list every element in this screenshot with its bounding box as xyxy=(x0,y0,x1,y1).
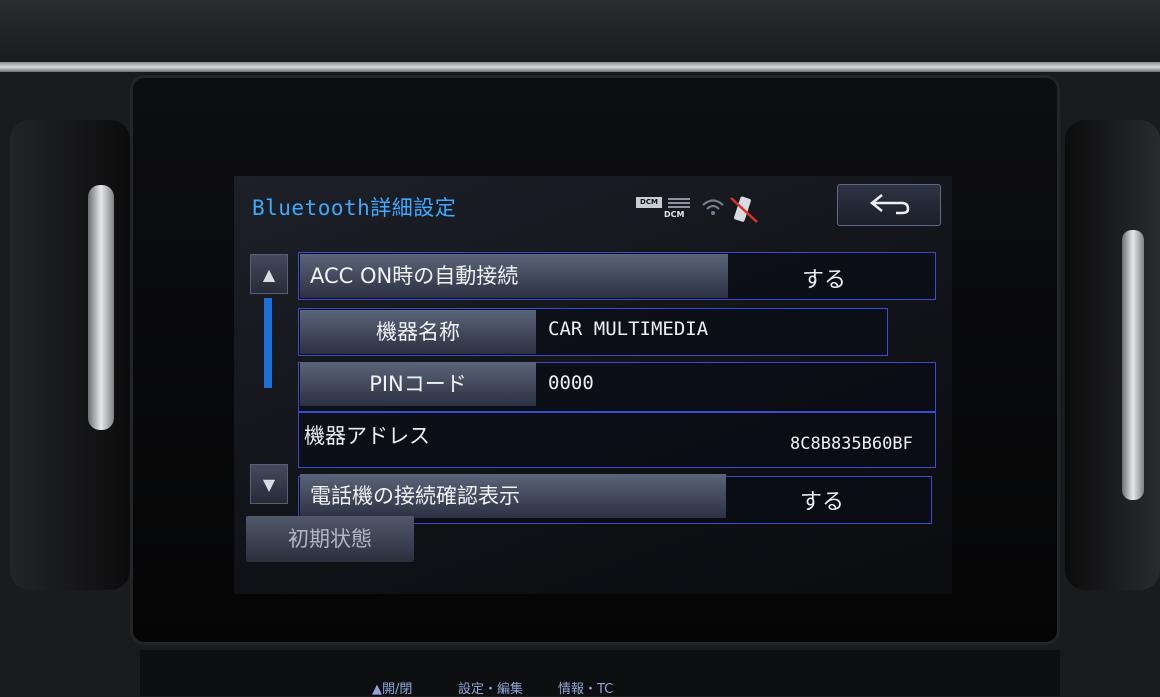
status-bar: DCM DCM xyxy=(636,194,766,226)
reset-defaults-button[interactable]: 初期状態 xyxy=(246,516,414,562)
scroll-up-icon: ▲ xyxy=(262,265,276,284)
phone-disconnected-icon xyxy=(730,196,758,223)
page-title: Bluetooth詳細設定 xyxy=(252,196,457,220)
chrome-trim xyxy=(0,62,1160,72)
scroll-indicator xyxy=(264,298,272,388)
dcm-badge: DCM xyxy=(636,197,662,208)
right-vent-blade xyxy=(1122,230,1144,500)
back-button[interactable] xyxy=(837,184,941,226)
device-name-value: CAR MULTIMEDIA xyxy=(548,318,709,340)
info-tc-button-label[interactable]: 情報・TC xyxy=(558,678,613,697)
open-close-button-label[interactable]: ▲開/閉 xyxy=(372,678,412,697)
setting-value-acc-auto-connect: する xyxy=(802,268,847,293)
signal-bars-icon xyxy=(666,194,694,224)
right-air-vent xyxy=(1065,120,1160,590)
back-arrow-icon xyxy=(869,194,910,215)
physical-button-panel: ▲開/閉 設定・編集 情報・TC xyxy=(140,650,1060,697)
settings-edit-button-label[interactable]: 設定・編集 xyxy=(458,678,523,697)
scroll-down-button[interactable]: ▼ xyxy=(250,464,288,504)
scroll-down-icon: ▼ xyxy=(262,475,276,494)
setting-value-connection-confirm: する xyxy=(800,490,845,515)
pin-code-value: 0000 xyxy=(548,372,594,394)
wifi-icon xyxy=(702,199,724,215)
left-vent-blade xyxy=(88,185,114,430)
infotainment-screen: Bluetooth詳細設定 DCM DCM ▲ ▼ ACC ON時の自動接続 す… xyxy=(234,176,952,594)
pin-code-button[interactable]: PINコード xyxy=(300,362,536,406)
dashboard-top xyxy=(0,0,1160,70)
scroll-up-button[interactable]: ▲ xyxy=(250,254,288,294)
dcm-label: DCM xyxy=(664,210,685,219)
setting-label-connection-confirm: 電話機の接続確認表示 xyxy=(300,474,726,518)
device-address-value: 8C8B835B60BF xyxy=(790,434,913,454)
device-name-button[interactable]: 機器名称 xyxy=(300,310,536,354)
device-address-label: 機器アドレス xyxy=(304,424,430,448)
setting-label-acc-auto-connect: ACC ON時の自動接続 xyxy=(300,254,728,298)
